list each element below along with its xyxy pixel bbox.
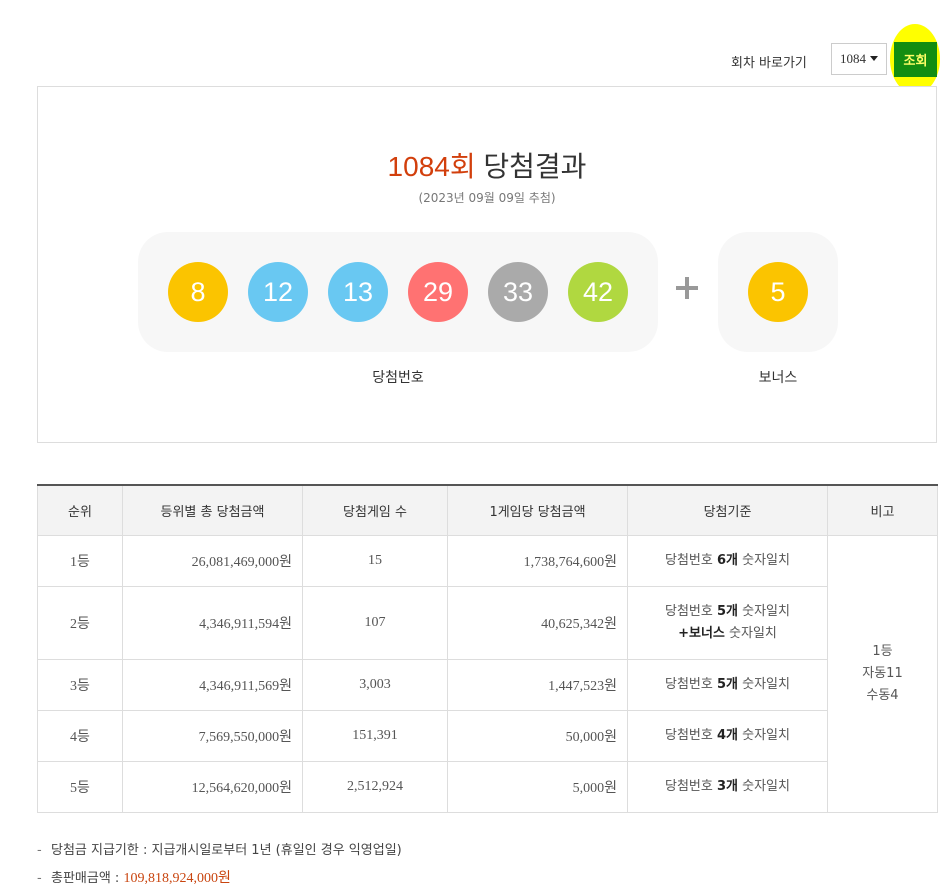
number-ball: 12 <box>248 262 308 322</box>
total-prize-cell: 4,346,911,569원 <box>122 659 303 711</box>
table-row: 3등 4,346,911,569원 3,003 1,447,523원 당첨번호 … <box>37 659 938 711</box>
criteria-line1: 당첨번호 5개 숫자일치 <box>628 601 827 623</box>
prize-per-game-cell: 1,447,523원 <box>447 659 628 711</box>
criteria-prefix: 당첨번호 <box>665 677 717 692</box>
round-select[interactable]: 1084 <box>831 43 887 75</box>
criteria-count: 5개 <box>716 604 738 619</box>
payment-deadline-note: - 당첨금 지급기한 : 지급개시일로부터 1년 (휴일인 경우 익영업일) <box>37 838 402 866</box>
prize-per-game-cell: 1,738,764,600원 <box>447 535 628 587</box>
note-manual: 수동4 <box>866 688 899 703</box>
criteria-cell: 당첨번호 5개 숫자일치 <box>627 659 828 711</box>
prize-per-game-cell: 40,625,342원 <box>447 586 628 660</box>
criteria-prefix: 당첨번호 <box>665 604 717 619</box>
total-prize-cell: 12,564,620,000원 <box>122 761 303 813</box>
result-title: 1084회 당첨결과 <box>38 145 936 185</box>
rank-cell: 4등 <box>37 710 123 762</box>
number-ball: 42 <box>568 262 628 322</box>
criteria-cell: 당첨번호 5개 숫자일치 +보너스 숫자일치 <box>627 586 828 660</box>
footnotes: - 당첨금 지급기한 : 지급개시일로부터 1년 (휴일인 경우 익영업일) -총… <box>37 838 402 894</box>
criteria-cell: 당첨번호 3개 숫자일치 <box>627 761 828 813</box>
number-ball: 8 <box>168 262 228 322</box>
header-criteria: 당첨기준 <box>627 484 828 536</box>
search-button[interactable]: 조회 <box>894 42 937 77</box>
rank-cell: 3등 <box>37 659 123 711</box>
criteria-suffix: 숫자일치 <box>738 604 790 619</box>
number-ball: 33 <box>488 262 548 322</box>
table-row: 4등 7,569,550,000원 151,391 50,000원 당첨번호 4… <box>37 710 938 762</box>
winning-games-cell: 3,003 <box>302 659 448 711</box>
criteria-prefix: 당첨번호 <box>665 779 717 794</box>
criteria-prefix: 당첨번호 <box>665 553 717 568</box>
criteria-line2: +보너스 숫자일치 <box>628 623 827 645</box>
criteria-suffix: 숫자일치 <box>738 677 790 692</box>
criteria-suffix: 숫자일치 <box>724 626 777 641</box>
round-select-value: 1084 <box>840 51 866 66</box>
caret-down-icon <box>870 56 878 61</box>
numbers-caption: 당첨번호 <box>372 370 424 386</box>
total-prize-cell: 4,346,911,594원 <box>122 586 303 660</box>
winning-games-cell: 107 <box>302 586 448 660</box>
round-navigator: 회차 바로가기 1084 조회 <box>0 24 949 94</box>
total-prize-cell: 7,569,550,000원 <box>122 710 303 762</box>
criteria-cell: 당첨번호 6개 숫자일치 <box>627 535 828 587</box>
rank-cell: 5등 <box>37 761 123 813</box>
rank-cell: 2등 <box>37 586 123 660</box>
rank-cell: 1등 <box>37 535 123 587</box>
criteria-cell: 당첨번호 4개 숫자일치 <box>627 710 828 762</box>
note-cell: 1등 자동11 수동4 <box>827 535 938 813</box>
bonus-caption: 보너스 <box>758 370 798 386</box>
header-note: 비고 <box>827 484 938 536</box>
result-title-suffix: 당첨결과 <box>483 151 587 182</box>
bonus-ball: 5 <box>748 262 808 322</box>
winning-games-cell: 15 <box>302 535 448 587</box>
total-prize-cell: 26,081,469,000원 <box>122 535 303 587</box>
winning-games-cell: 2,512,924 <box>302 761 448 813</box>
table-header-row: 순위 등위별 총 당첨금액 당첨게임 수 1게임당 당첨금액 당첨기준 비고 <box>37 484 938 536</box>
dash-bullet: - <box>37 871 42 886</box>
plus-icon <box>676 277 698 299</box>
total-sales-value: 109,818,924,000원 <box>123 871 231 886</box>
note-auto: 자동11 <box>862 666 903 681</box>
goto-round-label: 회차 바로가기 <box>731 56 807 71</box>
header-rank: 순위 <box>37 484 123 536</box>
winning-numbers: 8 12 13 29 33 42 <box>138 232 658 352</box>
number-ball: 29 <box>408 262 468 322</box>
table-row: 5등 12,564,620,000원 2,512,924 5,000원 당첨번호… <box>37 761 938 813</box>
header-winning-games: 당첨게임 수 <box>302 484 448 536</box>
winning-games-cell: 151,391 <box>302 710 448 762</box>
header-prize-per-game: 1게임당 당첨금액 <box>447 484 628 536</box>
criteria-count: 3개 <box>716 779 738 794</box>
dash-bullet: - <box>37 843 42 858</box>
header-total-prize: 등위별 총 당첨금액 <box>122 484 303 536</box>
criteria-suffix: 숫자일치 <box>738 779 790 794</box>
criteria-suffix: 숫자일치 <box>738 553 790 568</box>
total-sales-note: - 총판매금액 : 109,818,924,000원 <box>37 866 402 894</box>
criteria-prefix: 당첨번호 <box>665 728 717 743</box>
criteria-count: 5개 <box>716 677 738 692</box>
bonus-number-panel: 5 <box>718 232 838 352</box>
criteria-count: 6개 <box>716 553 738 568</box>
number-ball: 13 <box>328 262 388 322</box>
table-row: 1등 26,081,469,000원 15 1,738,764,600원 당첨번… <box>37 535 938 813</box>
total-sales-label: 총판매금액 : <box>51 871 124 886</box>
criteria-suffix: 숫자일치 <box>738 728 790 743</box>
prize-per-game-cell: 50,000원 <box>447 710 628 762</box>
criteria-bonus: +보너스 <box>678 626 725 641</box>
draw-date: (2023년 09월 09일 추첨) <box>418 191 556 205</box>
prize-per-game-cell: 5,000원 <box>447 761 628 813</box>
prize-table: 순위 등위별 총 당첨금액 당첨게임 수 1게임당 당첨금액 당첨기준 비고 1… <box>37 484 938 813</box>
round-number: 1084회 <box>387 151 476 182</box>
criteria-count: 4개 <box>716 728 738 743</box>
payment-deadline-text: 당첨금 지급기한 : 지급개시일로부터 1년 (휴일인 경우 익영업일) <box>51 843 402 858</box>
table-row: 2등 4,346,911,594원 107 40,625,342원 당첨번호 5… <box>37 586 938 660</box>
note-rank: 1등 <box>872 644 893 659</box>
winning-result-panel: 1084회 당첨결과 (2023년 09월 09일 추첨) 8 12 13 29… <box>37 86 937 443</box>
